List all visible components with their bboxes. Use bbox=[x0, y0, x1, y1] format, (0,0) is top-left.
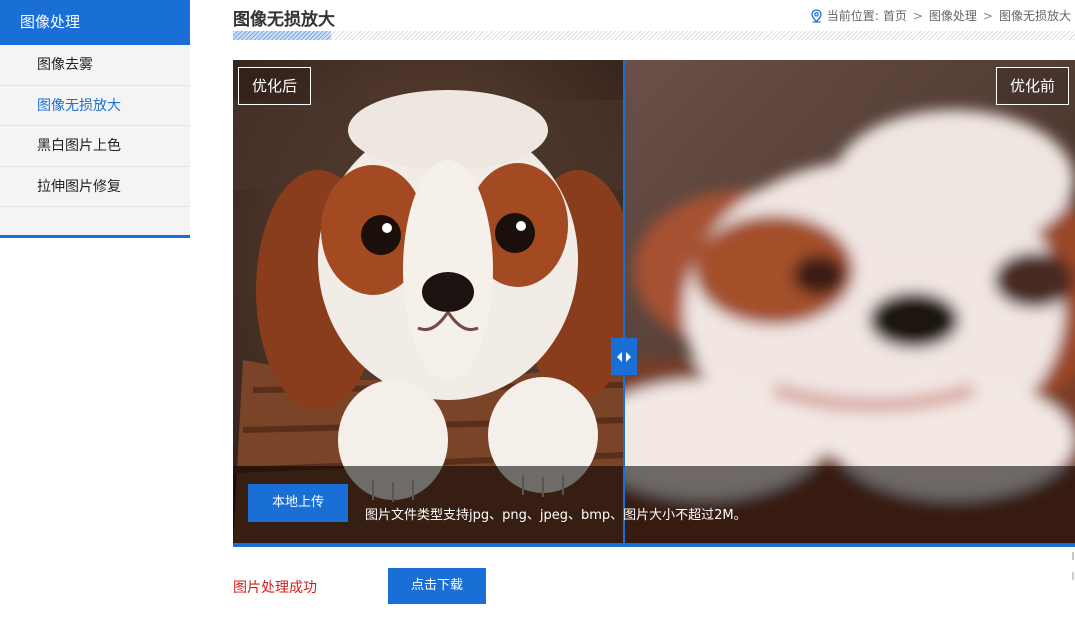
compare-slider-handle[interactable] bbox=[611, 338, 637, 375]
upload-hint: 图片文件类型支持jpg、png、jpeg、bmp、图片大小不超过2M。 bbox=[365, 508, 747, 523]
before-label: 优化前 bbox=[995, 67, 1069, 105]
status-message: 图片处理成功 bbox=[233, 580, 317, 596]
sidebar-list: 图像去雾 图像无损放大 黑白图片上色 拉伸图片修复 bbox=[0, 45, 190, 238]
breadcrumb-current: 图像无损放大 bbox=[998, 9, 1071, 23]
location-pin-icon bbox=[811, 8, 822, 23]
sidebar-item-dehaze[interactable]: 图像去雾 bbox=[0, 45, 190, 86]
left-right-arrows-icon bbox=[617, 351, 631, 362]
sidebar-filler bbox=[0, 207, 190, 235]
sidebar-item-stretch-repair[interactable]: 拉伸图片修复 bbox=[0, 167, 190, 207]
download-button[interactable]: 点击下载 bbox=[388, 568, 486, 604]
compare-divider-line[interactable] bbox=[623, 60, 625, 543]
after-label: 优化后 bbox=[238, 67, 312, 105]
title-underline-accent bbox=[233, 31, 331, 40]
breadcrumb-separator: > bbox=[982, 8, 993, 23]
page-title: 图像无损放大 bbox=[233, 10, 335, 30]
viewer-bottom-border bbox=[233, 543, 1075, 547]
upload-button[interactable]: 本地上传 bbox=[248, 484, 348, 522]
breadcrumb-category-link[interactable]: 图像处理 bbox=[929, 7, 977, 24]
breadcrumb-prefix: 当前位置: bbox=[826, 9, 879, 23]
title-underline bbox=[233, 31, 1075, 40]
breadcrumb-separator: > bbox=[912, 8, 923, 23]
edge-artifact bbox=[1072, 552, 1074, 580]
sidebar-title: 图像处理 bbox=[0, 0, 190, 45]
page: 图像处理 图像去雾 图像无损放大 黑白图片上色 拉伸图片修复 图像无损放大 当前… bbox=[0, 0, 1075, 621]
breadcrumb-home-link[interactable]: 首页 bbox=[883, 7, 907, 24]
sidebar: 图像处理 图像去雾 图像无损放大 黑白图片上色 拉伸图片修复 bbox=[0, 0, 190, 238]
breadcrumb: 当前位置: 首页 > 图像处理 > 图像无损放大 bbox=[810, 7, 1071, 24]
sidebar-item-lossless-upscale[interactable]: 图像无损放大 bbox=[0, 86, 190, 126]
image-compare-viewer: 优化后 优化前 本地上传 图片文件类型支持jpg、png、jpeg、bmp、图片… bbox=[233, 60, 1075, 547]
sidebar-item-colorize[interactable]: 黑白图片上色 bbox=[0, 126, 190, 167]
